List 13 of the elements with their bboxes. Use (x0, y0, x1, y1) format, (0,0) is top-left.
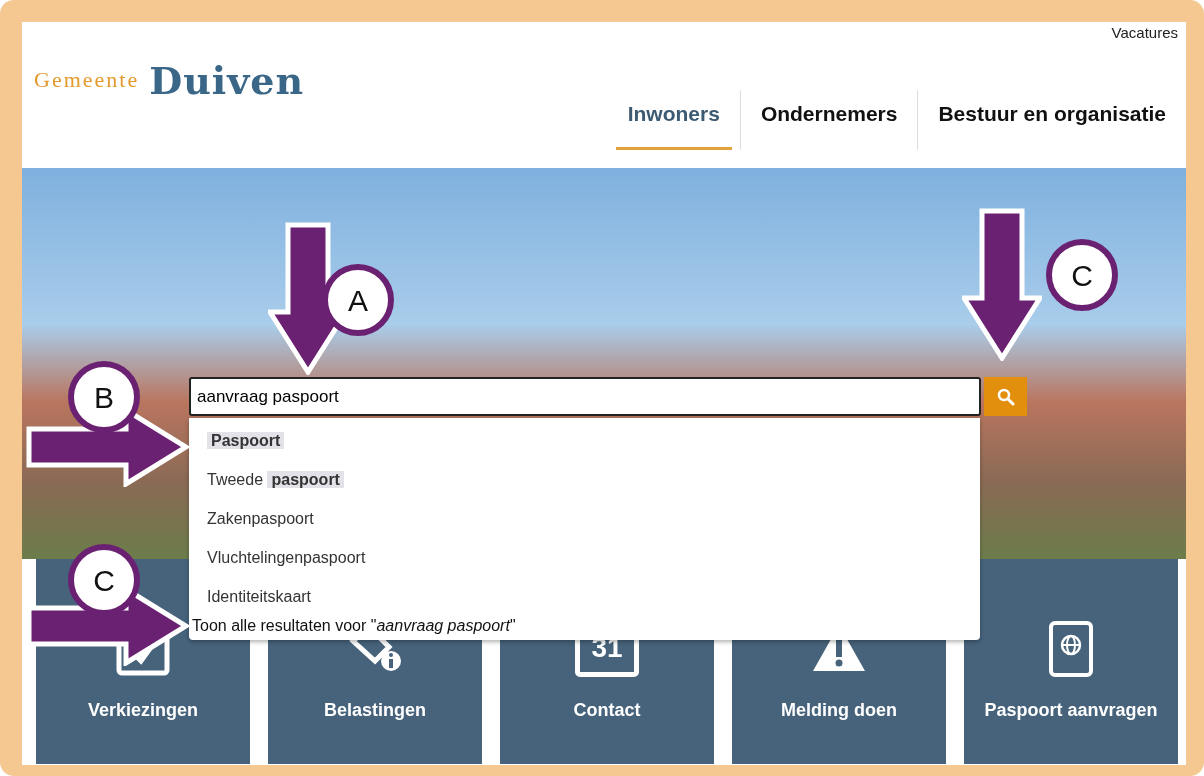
search-button[interactable] (984, 377, 1027, 416)
suggestion-item[interactable]: Tweede paspoort (189, 460, 980, 499)
logo-text: Gemeente (34, 66, 140, 94)
logo-wordmark: Duiven (149, 62, 305, 100)
top-nav-link[interactable]: Vacatures (1111, 22, 1178, 45)
nav-tab[interactable]: Inwoners (615, 90, 732, 150)
nav-tab[interactable]: Bestuur en organisatie (926, 90, 1178, 150)
search-icon (996, 387, 1015, 406)
nav-tab[interactable]: Ondernemers (748, 90, 910, 150)
suggestion-item[interactable]: Paspoort (189, 421, 980, 460)
tile[interactable]: Paspoort aanvragen (964, 559, 1178, 764)
suggestion-item[interactable]: Zakenpaspoort (189, 499, 980, 538)
search-field[interactable]: aanvraag paspoort (189, 377, 981, 416)
